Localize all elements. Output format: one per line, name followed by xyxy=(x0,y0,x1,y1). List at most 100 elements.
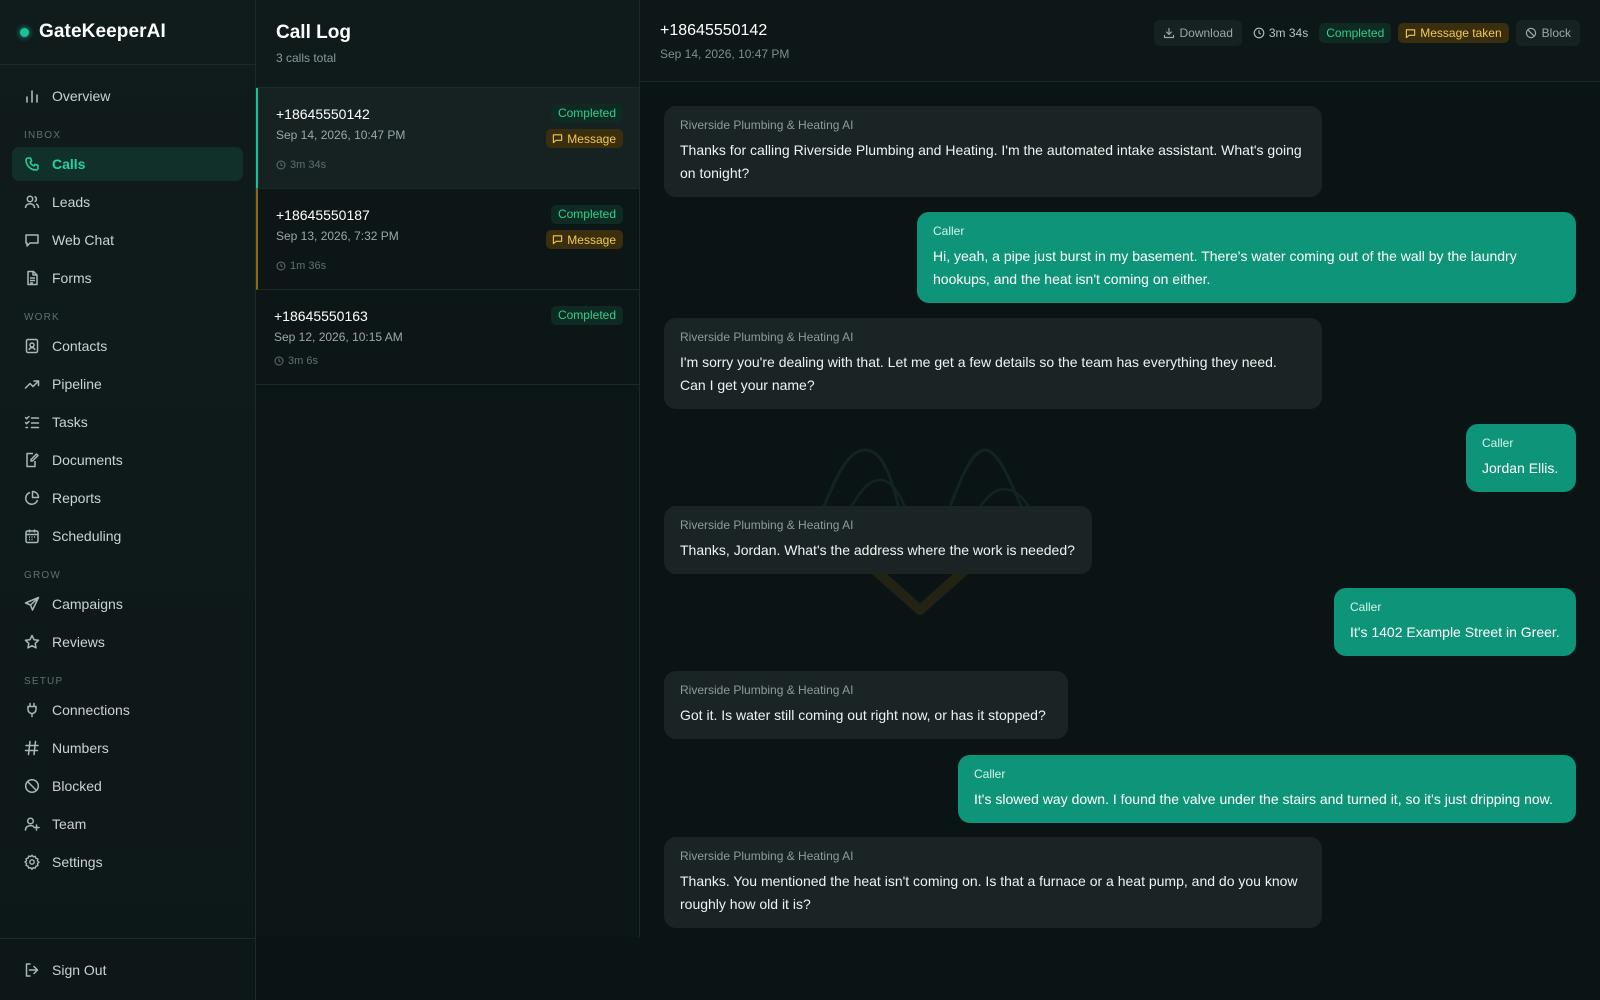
message-speaker: Caller xyxy=(1482,436,1514,450)
conversation-header: +18645550142 Sep 14, 2026, 10:47 PM Down… xyxy=(640,0,1600,82)
ai-message: Riverside Plumbing & Heating AI Got it. … xyxy=(664,671,1068,739)
call-date: Sep 12, 2026, 10:15 AM xyxy=(274,330,403,344)
message-text: Thanks for calling Riverside Plumbing an… xyxy=(680,139,1306,185)
sidebar-item-numbers[interactable]: Numbers xyxy=(12,731,243,765)
sidebar-item-scheduling[interactable]: Scheduling xyxy=(12,519,243,553)
sidebar-item-leads[interactable]: Leads xyxy=(12,185,243,219)
sidebar-item-blocked[interactable]: Blocked xyxy=(12,769,243,803)
caller-message: Caller Jordan Ellis. xyxy=(1466,424,1576,492)
sidebar-item-reports[interactable]: Reports xyxy=(12,481,243,515)
file-text-icon xyxy=(24,270,40,286)
sidebar-item-tasks[interactable]: Tasks xyxy=(12,405,243,439)
message-line: Thanks. You mentioned the heat isn't com… xyxy=(680,873,1298,889)
ban-icon xyxy=(1525,27,1536,39)
ai-message: Riverside Plumbing & Heating AI I'm sorr… xyxy=(664,318,1322,409)
sidebar-item-label: Connections xyxy=(52,702,130,718)
caller-message: Caller Hi, yeah, a pipe just burst in my… xyxy=(917,212,1576,303)
section-label-work: WORK xyxy=(24,312,60,323)
sidebar-item-label: Scheduling xyxy=(52,528,122,544)
sidebar-item-label: Documents xyxy=(52,452,123,468)
phone-icon xyxy=(24,156,40,172)
conversation-date: Sep 14, 2026, 10:47 PM xyxy=(660,47,790,61)
message-line: on tonight? xyxy=(680,165,750,181)
call-list-item[interactable]: +18645550142 Sep 14, 2026, 10:47 PM 3m 3… xyxy=(256,88,639,189)
call-duration: 3m 34s xyxy=(1249,20,1312,46)
sidebar-item-forms[interactable]: Forms xyxy=(12,261,243,295)
call-duration-text: 3m 34s xyxy=(290,159,327,171)
call-badges: Completed Message xyxy=(546,205,623,249)
ai-message: Riverside Plumbing & Heating AI Thanks, … xyxy=(664,506,1092,574)
call-duration-text: 3m 6s xyxy=(288,355,318,367)
sidebar-item-label: Reviews xyxy=(52,634,105,650)
duration-text: 3m 34s xyxy=(1268,26,1309,40)
message-badge: Message xyxy=(546,129,623,148)
sidebar-item-label: Reports xyxy=(52,490,102,506)
message-line: Can I get your name? xyxy=(680,377,815,393)
sidebar-item-label: Tasks xyxy=(52,414,88,430)
block-button[interactable]: Block xyxy=(1515,20,1580,46)
message-speaker: Riverside Plumbing & Heating AI xyxy=(680,330,854,344)
users-icon xyxy=(24,194,40,210)
clock-icon xyxy=(274,356,284,366)
section-label-inbox: INBOX xyxy=(24,130,62,141)
message-speaker: Caller xyxy=(933,224,965,238)
message-icon xyxy=(553,235,563,245)
sidebar-item-web-chat[interactable]: Web Chat xyxy=(12,223,243,257)
download-icon xyxy=(1163,27,1174,39)
call-list-item[interactable]: +18645550163 Sep 12, 2026, 10:15 AM 3m 6… xyxy=(256,290,639,385)
message-line: Jordan Ellis. xyxy=(1482,460,1559,476)
sidebar-item-reviews[interactable]: Reviews xyxy=(12,625,243,659)
sidebar-item-contacts[interactable]: Contacts xyxy=(12,329,243,363)
plug-icon xyxy=(24,702,40,718)
sidebar-item-overview[interactable]: Overview xyxy=(12,79,243,113)
sidebar-item-label: Leads xyxy=(52,194,91,210)
sidebar-nav: Overview INBOX Calls Leads Web Chat Form… xyxy=(0,65,255,879)
sidebar-item-calls[interactable]: Calls xyxy=(12,147,243,181)
message-speaker: Riverside Plumbing & Heating AI xyxy=(680,518,854,532)
brand: GateKeeperAI xyxy=(0,0,255,65)
message-line: Thanks, Jordan. What's the address where… xyxy=(680,542,1075,558)
sidebar-item-connections[interactable]: Connections xyxy=(12,693,243,727)
call-log-panel: Call Log 3 calls total +18645550142 Sep … xyxy=(256,0,640,937)
sidebar-item-pipeline[interactable]: Pipeline xyxy=(12,367,243,401)
bar-chart-icon xyxy=(24,88,40,104)
call-duration: 3m 6s xyxy=(274,355,623,367)
message-line: I'm sorry you're dealing with that. Let … xyxy=(680,354,1277,370)
page-title: Call Log xyxy=(276,22,351,43)
message-badge: Message xyxy=(546,230,623,249)
message-badge-label: Message xyxy=(567,232,616,247)
call-list-item[interactable]: +18645550187 Sep 13, 2026, 7:32 PM 1m 36… xyxy=(256,189,639,290)
sidebar-item-campaigns[interactable]: Campaigns xyxy=(12,587,243,621)
sidebar-item-label: Team xyxy=(52,816,87,832)
sidebar-item-documents[interactable]: Documents xyxy=(12,443,243,477)
section-label-setup: SETUP xyxy=(24,676,64,687)
chat-icon xyxy=(24,232,40,248)
sidebar-item-settings[interactable]: Settings xyxy=(12,845,243,879)
block-label: Block xyxy=(1541,26,1571,40)
clock-icon xyxy=(276,261,286,271)
star-icon xyxy=(24,634,40,650)
clock-icon xyxy=(1253,27,1265,39)
status-badge: Completed xyxy=(550,205,623,224)
document-edit-icon xyxy=(24,452,40,468)
message-line: It's 1402 Example Street in Greer. xyxy=(1350,624,1560,640)
calendar-icon xyxy=(24,528,40,544)
status-badge: Completed xyxy=(1319,23,1392,43)
message-text: Thanks. You mentioned the heat isn't com… xyxy=(680,870,1306,916)
download-button[interactable]: Download xyxy=(1153,20,1242,46)
message-text: I'm sorry you're dealing with that. Let … xyxy=(680,351,1306,397)
message-speaker: Caller xyxy=(974,767,1006,781)
sidebar-item-label: Pipeline xyxy=(52,376,102,392)
call-duration: 3m 34s xyxy=(276,159,623,171)
clock-icon xyxy=(276,160,286,170)
message-text: It's 1402 Example Street in Greer. xyxy=(1350,621,1560,644)
message-line: It's slowed way down. I found the valve … xyxy=(974,791,1553,807)
sidebar-item-label: Overview xyxy=(52,88,111,104)
sidebar: GateKeeperAI Overview INBOX Calls Leads xyxy=(0,0,256,1000)
sign-out-button[interactable]: Sign Out xyxy=(12,953,243,987)
call-duration-text: 1m 36s xyxy=(290,260,327,272)
message-text: Thanks, Jordan. What's the address where… xyxy=(680,539,1076,562)
message-line: hookups, and the heat isn't coming on ei… xyxy=(933,271,1211,287)
sidebar-item-team[interactable]: Team xyxy=(12,807,243,841)
message-speaker: Riverside Plumbing & Heating AI xyxy=(680,118,854,132)
